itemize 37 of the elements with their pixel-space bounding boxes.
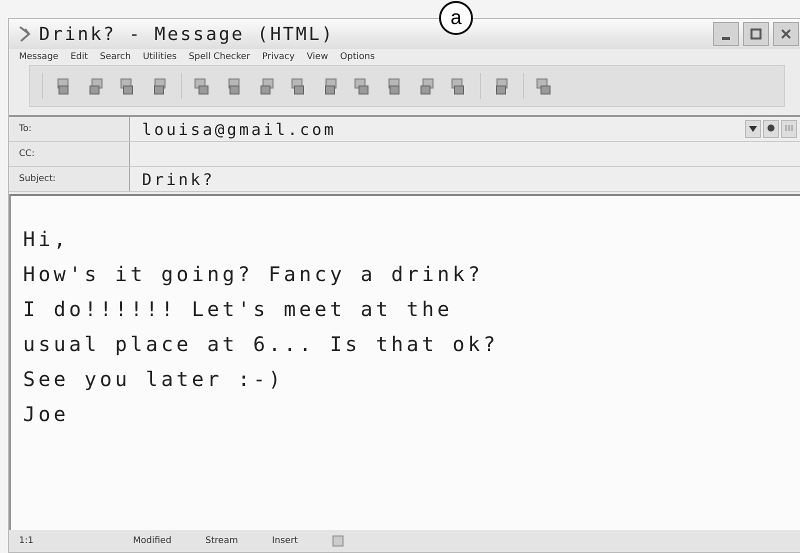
field-label: Subject: (9, 167, 130, 191)
close-button[interactable] (773, 22, 799, 46)
message-line: usual place at 6... Is that ok? (23, 331, 500, 358)
address-book-button[interactable] (763, 120, 779, 138)
caret-icon (749, 126, 757, 132)
minimize-button[interactable] (713, 22, 739, 46)
message-line: Joe (23, 401, 70, 428)
status-text: 1:1 (19, 536, 34, 546)
status-text: Modified (133, 536, 172, 546)
status-icon (332, 535, 344, 547)
menu-item[interactable]: Privacy (262, 52, 295, 62)
dropdown-button[interactable] (745, 120, 761, 138)
message-body[interactable]: Hi, How's it going? Fancy a drink? I do!!!!!! Let's meet at the usual place at 6... Is that ok? See you later :-) Joe (9, 194, 800, 530)
message-line: Hi, (23, 226, 70, 253)
menu-item[interactable]: View (306, 52, 328, 62)
message-line: I do!!!!!! Let's meet at the (23, 296, 454, 323)
maximize-icon (750, 28, 762, 40)
menu-item[interactable]: Spell Checker (188, 52, 250, 62)
window-title: Drink? - Message (HTML) (39, 24, 336, 44)
menu-item[interactable]: Message (19, 52, 58, 62)
message-line: How's it going? Fancy a drink? (23, 261, 484, 288)
field-label: To: (9, 117, 130, 141)
menu-item[interactable]: Options (340, 52, 375, 62)
dot-icon (766, 124, 776, 132)
annotation-label: a (439, 1, 473, 35)
minimize-icon (722, 36, 730, 40)
menu-item[interactable]: Utilities (142, 52, 177, 62)
maximize-button[interactable] (743, 22, 769, 46)
menu-item[interactable]: Search (100, 52, 131, 62)
status-text: Stream (205, 536, 238, 546)
field-label: CC: (9, 142, 130, 166)
close-icon (780, 28, 792, 40)
menu-item[interactable]: Edit (70, 52, 88, 62)
app-icon (17, 25, 33, 43)
lines-icon (784, 124, 794, 132)
message-line: See you later :-) (23, 366, 285, 393)
status-text: Insert (272, 536, 298, 546)
